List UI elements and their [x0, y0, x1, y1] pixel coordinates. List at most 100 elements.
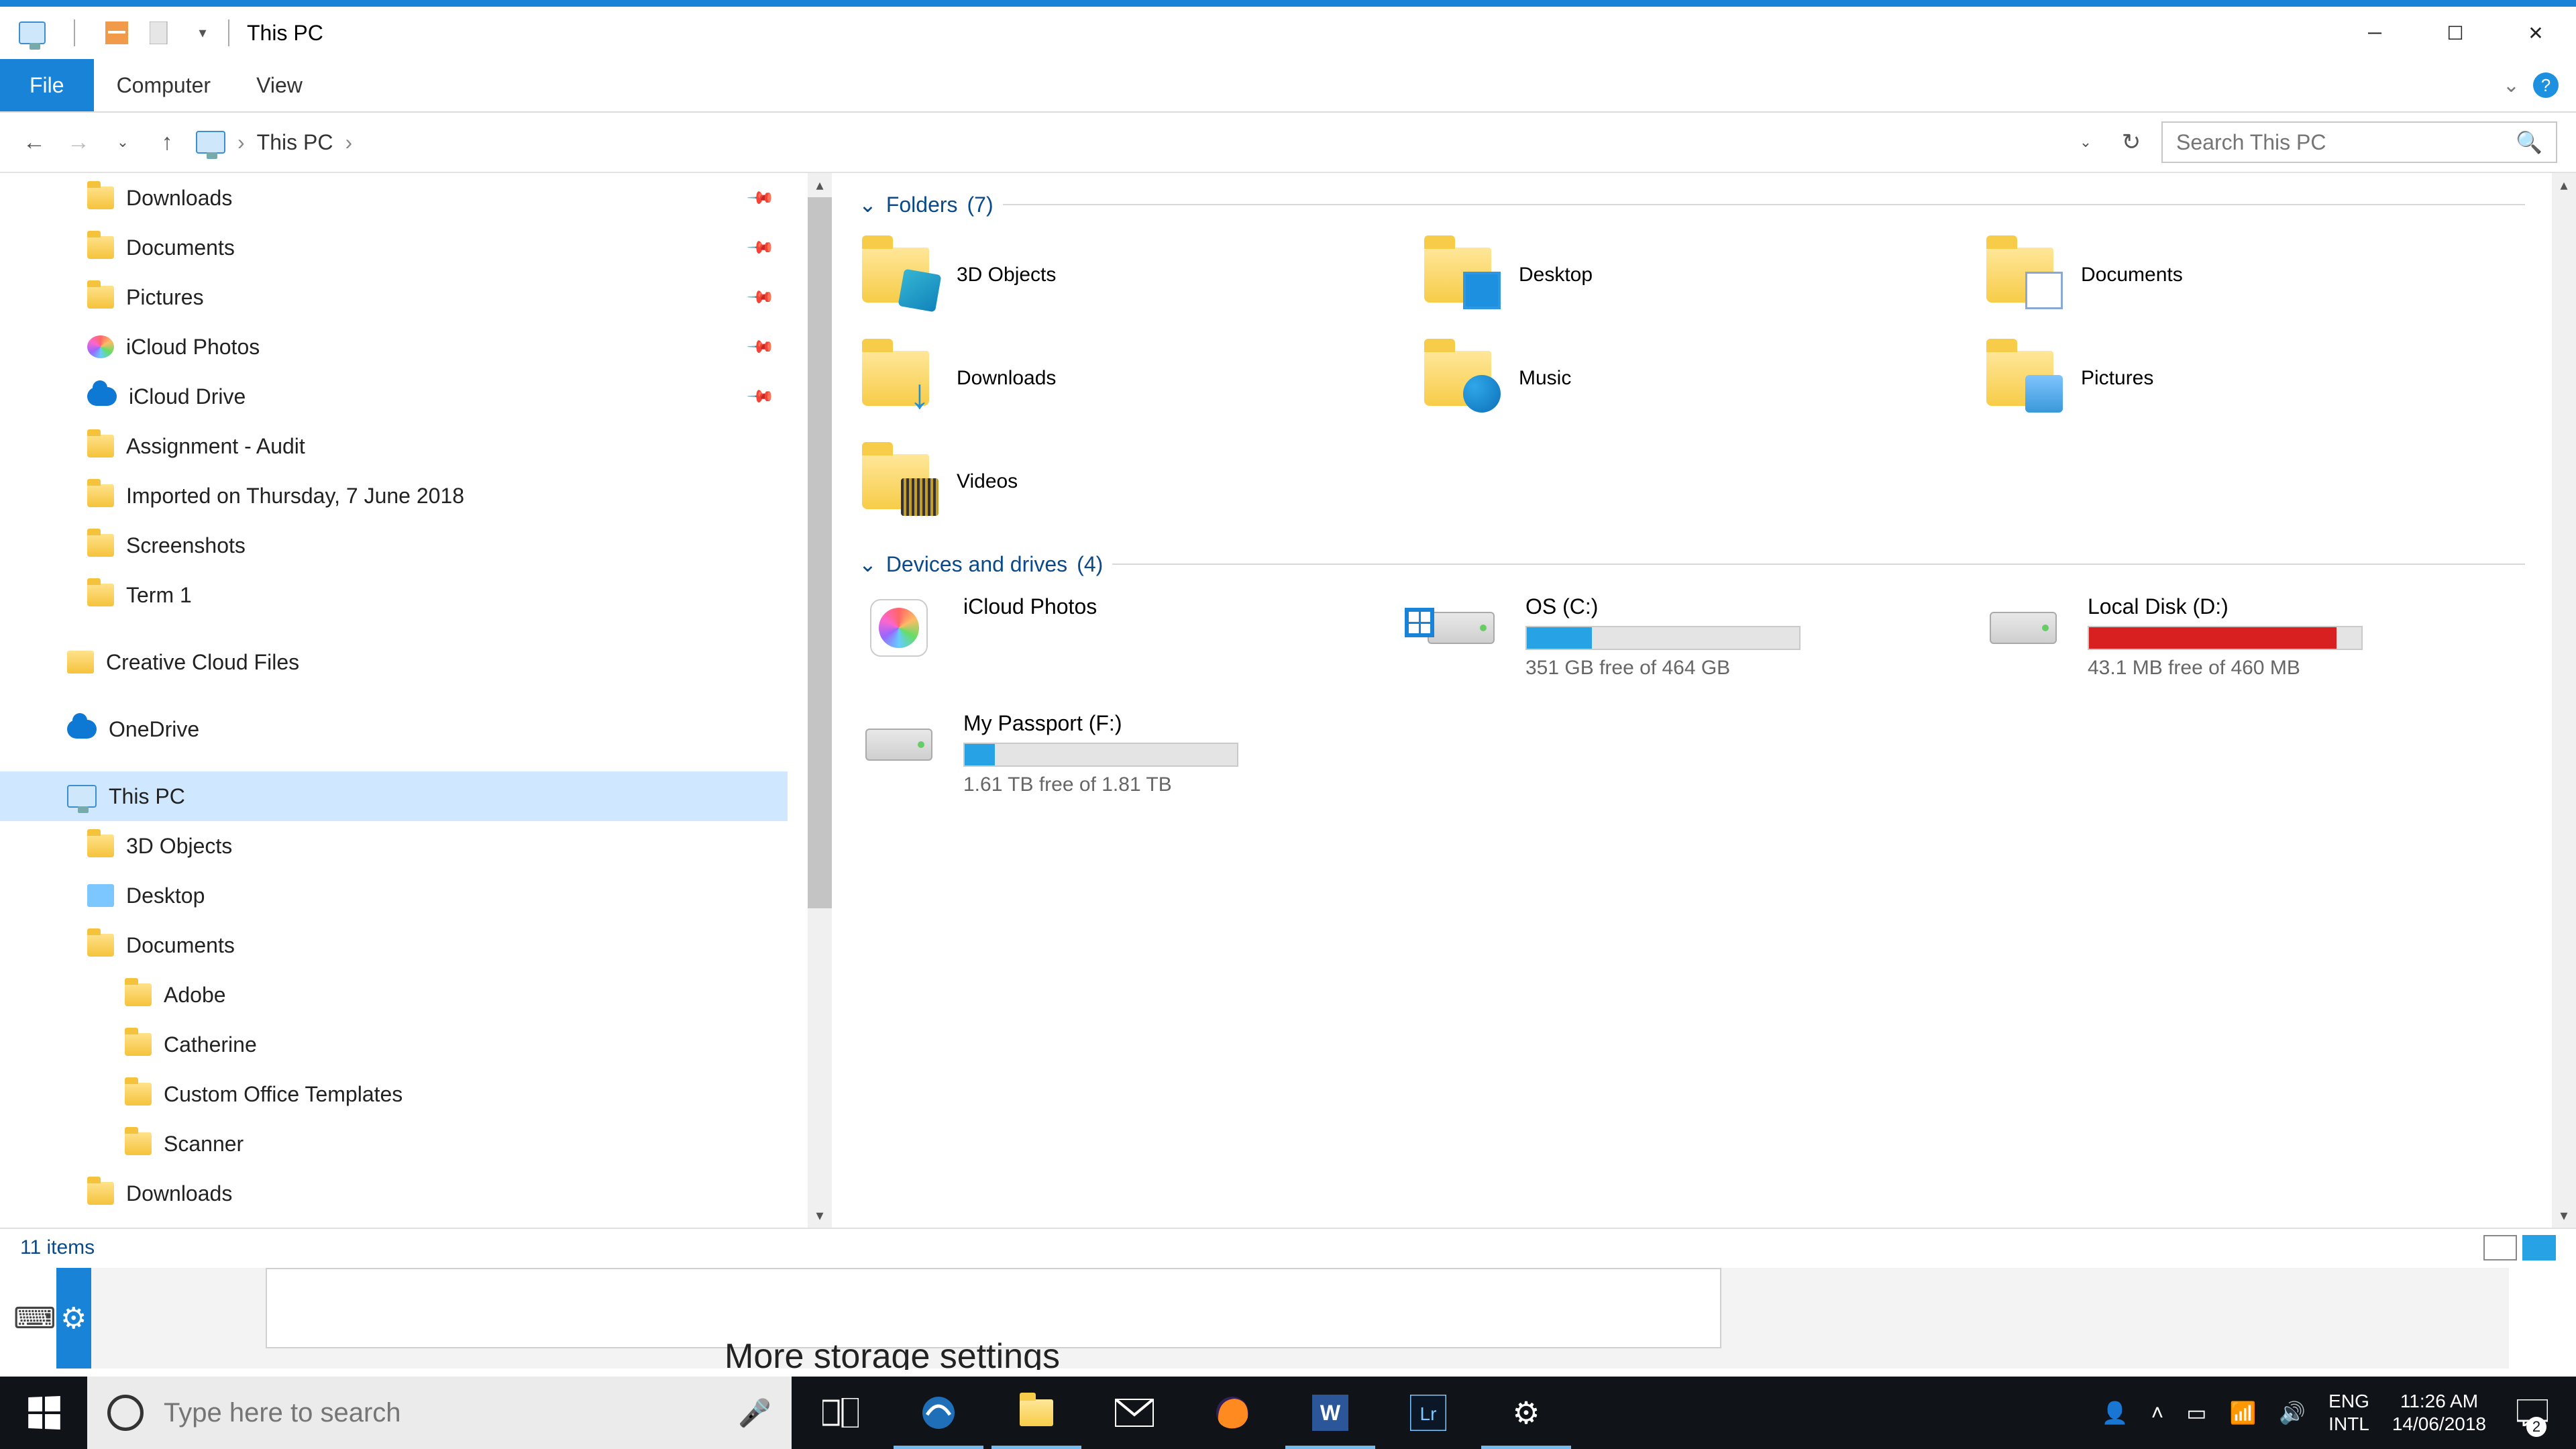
- start-button[interactable]: [0, 1377, 87, 1449]
- ribbon-tab-computer[interactable]: Computer: [94, 59, 234, 111]
- action-center-button[interactable]: 2: [2509, 1377, 2556, 1449]
- chevron-down-icon[interactable]: ⌄: [859, 551, 877, 577]
- drive-label: iCloud Photos: [963, 594, 1401, 619]
- scroll-up-icon[interactable]: ▴: [2552, 173, 2576, 197]
- view-details-button[interactable]: [2483, 1235, 2517, 1260]
- maximize-button[interactable]: ☐: [2415, 7, 2496, 59]
- nav-item[interactable]: This PC: [0, 771, 788, 821]
- taskbar-app-settings[interactable]: ⚙: [1477, 1377, 1575, 1449]
- help-icon[interactable]: ?: [2533, 72, 2559, 98]
- folder-tile[interactable]: 3D Objects: [859, 235, 1401, 315]
- nav-item[interactable]: Assignment - Audit: [0, 421, 788, 471]
- scroll-down-icon[interactable]: ▾: [2552, 1203, 2576, 1228]
- microphone-icon[interactable]: 🎤: [738, 1397, 771, 1429]
- nav-item[interactable]: Adobe: [0, 970, 788, 1020]
- folder-tile[interactable]: Documents: [1983, 235, 2525, 315]
- minimize-button[interactable]: ─: [2334, 7, 2415, 59]
- volume-icon[interactable]: 🔊: [2279, 1400, 2306, 1426]
- ribbon-collapse-icon[interactable]: ⌄: [2503, 74, 2520, 97]
- titlebar: ▾ This PC ─ ☐ ✕: [0, 7, 2576, 59]
- language-indicator[interactable]: ENG INTL: [2328, 1390, 2369, 1435]
- taskbar-search-input[interactable]: [164, 1398, 718, 1428]
- nav-up-button[interactable]: ↑: [152, 127, 182, 158]
- qat-properties-icon[interactable]: [103, 19, 130, 46]
- nav-forward-button[interactable]: →: [63, 127, 94, 158]
- folder-tile[interactable]: Pictures: [1983, 338, 2525, 419]
- folder-tile[interactable]: Videos: [859, 441, 1401, 522]
- nav-item[interactable]: Scanner: [0, 1119, 788, 1169]
- taskbar-search[interactable]: 🎤: [87, 1377, 792, 1449]
- nav-scrollbar-track[interactable]: ▴ ▾: [808, 173, 832, 1228]
- drive-tile[interactable]: OS (C:)351 GB free of 464 GB: [1421, 594, 1963, 688]
- ribbon-tab-view[interactable]: View: [233, 59, 325, 111]
- nav-item[interactable]: Pictures📌: [0, 272, 788, 322]
- taskbar-app-explorer[interactable]: [987, 1377, 1085, 1449]
- scroll-up-icon[interactable]: ▴: [808, 173, 832, 197]
- nav-item[interactable]: Custom Office Templates: [0, 1069, 788, 1119]
- breadcrumb[interactable]: › This PC ›: [196, 130, 2057, 155]
- qat-dropdown-icon[interactable]: ▾: [189, 19, 216, 46]
- nav-item[interactable]: Desktop: [0, 871, 788, 920]
- nav-item[interactable]: Imported on Thursday, 7 June 2018: [0, 471, 788, 521]
- refresh-button[interactable]: ↻: [2116, 127, 2147, 158]
- drive-tile[interactable]: iCloud Photos: [859, 594, 1401, 688]
- nav-item[interactable]: iCloud Photos📌: [0, 322, 788, 372]
- address-dropdown-icon[interactable]: ⌄: [2070, 127, 2101, 158]
- chevron-right-icon[interactable]: ›: [345, 130, 352, 155]
- close-button[interactable]: ✕: [2496, 7, 2576, 59]
- content-scrollbar-track[interactable]: ▴ ▾: [2552, 173, 2576, 1228]
- nav-item[interactable]: Downloads📌: [0, 173, 788, 223]
- nav-item[interactable]: Documents📌: [0, 223, 788, 272]
- breadcrumb-item[interactable]: This PC: [257, 130, 333, 155]
- task-view-button[interactable]: [792, 1377, 890, 1449]
- nav-item[interactable]: Catherine: [0, 1020, 788, 1069]
- taskbar-app-edge[interactable]: [890, 1377, 987, 1449]
- group-header-drives[interactable]: ⌄ Devices and drives (4): [859, 551, 2525, 577]
- folder-tile[interactable]: Downloads: [859, 338, 1401, 419]
- taskbar-app-word[interactable]: W: [1281, 1377, 1379, 1449]
- chevron-down-icon[interactable]: ⌄: [859, 192, 877, 217]
- folder-label: Documents: [2081, 264, 2183, 286]
- nav-back-button[interactable]: ←: [19, 127, 50, 158]
- people-icon[interactable]: 👤: [2102, 1400, 2129, 1426]
- scroll-down-icon[interactable]: ▾: [808, 1203, 832, 1228]
- status-item-count: 11 items: [20, 1236, 95, 1259]
- cortana-icon: [107, 1395, 144, 1431]
- drive-tile[interactable]: My Passport (F:)1.61 TB free of 1.81 TB: [859, 711, 1401, 805]
- battery-icon[interactable]: ▭: [2186, 1400, 2206, 1426]
- folder-tile[interactable]: Music: [1421, 338, 1963, 419]
- taskbar-app-lightroom[interactable]: Lr: [1379, 1377, 1477, 1449]
- nav-item[interactable]: 3D Objects: [0, 821, 788, 871]
- search-icon[interactable]: 🔍: [2516, 129, 2542, 155]
- divider: [1003, 204, 2525, 205]
- group-header-folders[interactable]: ⌄ Folders (7): [859, 192, 2525, 217]
- search-box[interactable]: 🔍: [2161, 121, 2557, 163]
- nav-item[interactable]: iCloud Drive📌: [0, 372, 788, 421]
- taskbar-app-mail[interactable]: [1085, 1377, 1183, 1449]
- bg-tab-settings[interactable]: ⚙: [56, 1268, 91, 1368]
- nav-item[interactable]: Creative Cloud Files: [0, 637, 788, 687]
- nav-scrollbar-thumb[interactable]: [808, 197, 832, 908]
- nav-item[interactable]: Downloads: [0, 1169, 788, 1218]
- nav-recent-dropdown[interactable]: ⌄: [107, 127, 138, 158]
- nav-item[interactable]: Term 1: [0, 570, 788, 620]
- folder-label: Downloads: [957, 367, 1056, 390]
- bg-tab-keyboard[interactable]: ⌨: [13, 1268, 56, 1368]
- ribbon-tab-file[interactable]: File: [0, 59, 94, 111]
- folder-tile[interactable]: Desktop: [1421, 235, 1963, 315]
- clock[interactable]: 11:26 AM 14/06/2018: [2392, 1390, 2486, 1435]
- folder-icon: [125, 1033, 152, 1056]
- tray-overflow-icon[interactable]: ˄: [2151, 1401, 2164, 1426]
- pin-icon: 📌: [745, 382, 775, 412]
- nav-item[interactable]: Screenshots: [0, 521, 788, 570]
- view-tiles-button[interactable]: [2522, 1235, 2556, 1260]
- nav-item[interactable]: Documents: [0, 920, 788, 970]
- taskbar-app-firefox[interactable]: [1183, 1377, 1281, 1449]
- qat-newfolder-icon[interactable]: [146, 19, 173, 46]
- chevron-right-icon[interactable]: ›: [237, 130, 245, 155]
- drive-tile[interactable]: Local Disk (D:)43.1 MB free of 460 MB: [1983, 594, 2525, 688]
- search-input[interactable]: [2176, 130, 2516, 155]
- wifi-icon[interactable]: 📶: [2229, 1400, 2256, 1426]
- folder-icon: [87, 884, 114, 907]
- nav-item[interactable]: OneDrive: [0, 704, 788, 754]
